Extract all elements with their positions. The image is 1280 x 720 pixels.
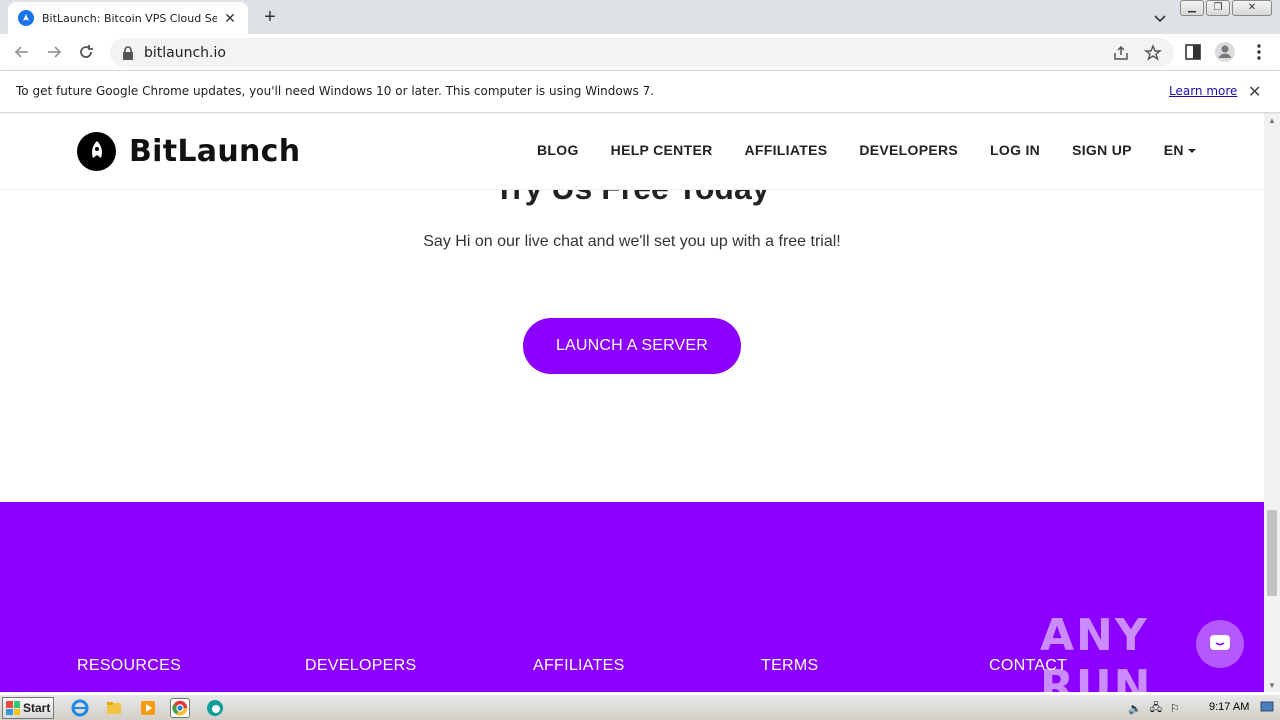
hero-subtitle: Say Hi on our live chat and we'll set yo… bbox=[423, 233, 841, 250]
chrome-taskbar-icon[interactable] bbox=[170, 698, 190, 718]
learn-more-link[interactable]: Learn more bbox=[1169, 84, 1237, 98]
footer-affiliates[interactable]: AFFILIATES bbox=[533, 657, 625, 675]
info-bar-close-icon[interactable]: ✕ bbox=[1248, 82, 1261, 102]
forward-arrow-icon[interactable] bbox=[44, 42, 64, 62]
rocket-logo-icon bbox=[77, 132, 116, 171]
nav-affiliates[interactable]: AFFILIATES bbox=[745, 142, 828, 158]
info-bar-message: To get future Google Chrome updates, you… bbox=[16, 84, 655, 98]
page-viewport: BitLaunch BLOG HELP CENTER AFFILIATES DE… bbox=[0, 114, 1264, 692]
profile-avatar-icon[interactable] bbox=[1214, 41, 1236, 63]
start-button[interactable]: Start bbox=[2, 697, 54, 719]
bitlaunch-favicon-icon bbox=[18, 10, 34, 26]
scroll-up-arrow-icon[interactable]: ▲ bbox=[1268, 116, 1276, 125]
tab-title: BitLaunch: Bitcoin VPS Cloud Servers bbox=[42, 11, 217, 25]
url-text: bitlaunch.io bbox=[144, 44, 226, 61]
scroll-thumb[interactable] bbox=[1267, 510, 1277, 596]
browser-tab-strip: BitLaunch: Bitcoin VPS Cloud Servers ✕ +… bbox=[0, 0, 1280, 34]
volume-icon[interactable]: 🔈 bbox=[1128, 702, 1142, 715]
footer-developers[interactable]: DEVELOPERS bbox=[305, 657, 416, 675]
action-center-flag-icon[interactable]: ⚐ bbox=[1170, 702, 1180, 715]
chat-icon bbox=[1210, 635, 1230, 650]
back-arrow-icon[interactable] bbox=[12, 42, 32, 62]
page-scrollbar[interactable]: ▲ ▼ bbox=[1264, 114, 1280, 692]
new-tab-button[interactable]: + bbox=[258, 6, 282, 30]
address-bar[interactable]: bitlaunch.io bbox=[110, 38, 1174, 67]
bitlaunch-logo[interactable]: BitLaunch bbox=[77, 132, 300, 171]
language-select[interactable]: EN bbox=[1164, 142, 1196, 158]
internet-explorer-icon[interactable] bbox=[70, 698, 90, 718]
lock-icon bbox=[123, 45, 133, 60]
windows-taskbar: Start 🔈 🖧 ⚐ 9:17 AM bbox=[0, 694, 1280, 720]
nav-log-in[interactable]: LOG IN bbox=[990, 142, 1040, 158]
launch-server-button[interactable]: LAUNCH A SERVER bbox=[523, 318, 741, 374]
show-desktop-icon[interactable] bbox=[1260, 701, 1274, 713]
menu-kebab-icon[interactable] bbox=[1248, 41, 1270, 63]
logo-text: BitLaunch bbox=[129, 134, 301, 169]
language-label: EN bbox=[1163, 142, 1184, 158]
media-player-icon[interactable] bbox=[138, 698, 158, 718]
system-tray: 🔈 🖧 ⚐ bbox=[1122, 697, 1280, 719]
nav-help-center[interactable]: HELP CENTER bbox=[611, 142, 713, 158]
file-explorer-icon[interactable] bbox=[104, 698, 124, 718]
minimize-button[interactable]: ▁ bbox=[1180, 0, 1204, 16]
browser-tab[interactable]: BitLaunch: Bitcoin VPS Cloud Servers ✕ bbox=[8, 2, 248, 34]
footer-terms[interactable]: TERMS bbox=[761, 657, 819, 675]
window-controls: ▁ ❐ ✕ bbox=[1180, 0, 1272, 16]
bookmark-star-icon[interactable] bbox=[1144, 44, 1162, 62]
live-chat-button[interactable] bbox=[1196, 620, 1244, 668]
share-icon[interactable] bbox=[1112, 44, 1130, 62]
main-nav: BLOG HELP CENTER AFFILIATES DEVELOPERS L… bbox=[537, 142, 1196, 158]
windows-flag-icon bbox=[6, 701, 20, 715]
side-panel-icon[interactable] bbox=[1182, 41, 1204, 63]
browser-toolbar: bitlaunch.io bbox=[0, 34, 1280, 71]
nav-developers[interactable]: DEVELOPERS bbox=[859, 142, 958, 158]
nav-sign-up[interactable]: SIGN UP bbox=[1072, 142, 1132, 158]
edge-icon[interactable] bbox=[205, 698, 225, 718]
close-window-button[interactable]: ✕ bbox=[1232, 0, 1272, 16]
network-icon[interactable]: 🖧 bbox=[1150, 699, 1162, 718]
restore-button[interactable]: ❐ bbox=[1206, 0, 1230, 16]
site-header: BitLaunch BLOG HELP CENTER AFFILIATES DE… bbox=[0, 114, 1264, 190]
start-label: Start bbox=[23, 701, 51, 715]
reload-icon[interactable] bbox=[76, 42, 96, 62]
scroll-down-arrow-icon[interactable]: ▼ bbox=[1268, 681, 1276, 690]
tab-close-icon[interactable]: ✕ bbox=[222, 10, 238, 27]
caret-down-icon bbox=[1187, 149, 1196, 154]
taskbar-clock[interactable]: 9:17 AM bbox=[1209, 701, 1249, 713]
update-info-bar: To get future Google Chrome updates, you… bbox=[0, 71, 1280, 113]
nav-blog[interactable]: BLOG bbox=[537, 142, 579, 158]
tab-search-icon[interactable] bbox=[1150, 8, 1170, 28]
footer-resources[interactable]: RESOURCES bbox=[77, 657, 181, 675]
